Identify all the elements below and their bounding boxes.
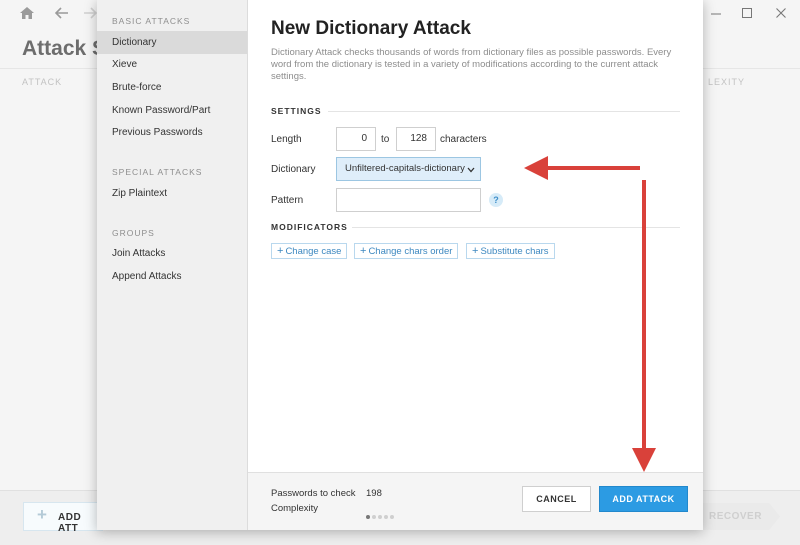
- sidebar-item-brute-force[interactable]: Brute-force: [97, 76, 247, 99]
- length-max-input[interactable]: 128: [396, 127, 436, 151]
- plus-icon: +: [37, 505, 47, 524]
- sidebar-item-known-password[interactable]: Known Password/Part: [97, 99, 247, 122]
- attack-description: Dictionary Attack checks thousands of wo…: [271, 47, 672, 82]
- complexity-dot: [390, 515, 394, 519]
- settings-heading: SETTINGS: [271, 106, 322, 116]
- forward-arrow-icon[interactable]: [83, 6, 98, 24]
- sidebar-item-dictionary[interactable]: Dictionary: [97, 31, 247, 54]
- close-window-icon[interactable]: [775, 6, 787, 24]
- cancel-button[interactable]: CANCEL: [522, 486, 591, 512]
- complexity-dot: [378, 515, 382, 519]
- add-attack-button[interactable]: ADD ATTACK: [599, 486, 688, 512]
- chevron-down-icon: [467, 158, 475, 180]
- background-add-attack-button[interactable]: + ADD ATT: [23, 502, 103, 534]
- sidebar-item-append-attacks[interactable]: Append Attacks: [97, 265, 247, 288]
- back-arrow-icon[interactable]: [54, 6, 69, 24]
- passwords-to-check-label: Passwords to check: [271, 488, 356, 499]
- pattern-input[interactable]: [336, 188, 481, 212]
- modificators-divider: [352, 227, 680, 228]
- length-to-label: to: [381, 134, 390, 145]
- sidebar-item-previous-passwords[interactable]: Previous Passwords: [97, 121, 247, 144]
- dictionary-label: Dictionary: [271, 164, 316, 175]
- groups-heading: GROUPS: [112, 228, 155, 238]
- complexity-indicator: [366, 506, 396, 524]
- attack-settings-panel: New Dictionary Attack Dictionary Attack …: [248, 0, 703, 530]
- new-attack-dialog: BASIC ATTACKS Dictionary Xieve Brute-for…: [97, 0, 703, 530]
- background-page-title: Attack S: [22, 37, 107, 60]
- background-recover-button[interactable]: RECOVER: [690, 503, 780, 530]
- length-min-input[interactable]: 0: [336, 127, 376, 151]
- background-column-complexity: LEXITY: [708, 77, 746, 87]
- change-chars-order-button[interactable]: + Change chars order: [354, 243, 459, 259]
- length-label: Length: [271, 134, 302, 145]
- complexity-dot: [372, 515, 376, 519]
- plus-icon: +: [360, 245, 367, 257]
- modificators-heading: MODIFICATORS: [271, 222, 348, 232]
- dictionary-select-value: Unfiltered-capitals-dictionary: [345, 163, 465, 174]
- sidebar-item-join-attacks[interactable]: Join Attacks: [97, 242, 247, 265]
- sidebar-item-zip-plaintext[interactable]: Zip Plaintext: [97, 182, 247, 205]
- pattern-label: Pattern: [271, 195, 304, 206]
- minimize-icon[interactable]: [710, 6, 722, 24]
- complexity-dot: [384, 515, 388, 519]
- attack-type-sidebar: BASIC ATTACKS Dictionary Xieve Brute-for…: [97, 0, 248, 530]
- help-icon[interactable]: ?: [489, 193, 503, 207]
- home-icon[interactable]: [19, 6, 35, 25]
- settings-divider: [328, 111, 680, 112]
- dialog-title: New Dictionary Attack: [271, 18, 471, 39]
- sidebar-item-xieve[interactable]: Xieve: [97, 53, 247, 76]
- complexity-dot: [366, 515, 370, 519]
- plus-icon: +: [472, 245, 479, 257]
- maximize-icon[interactable]: [741, 6, 753, 24]
- complexity-label: Complexity: [271, 503, 318, 514]
- length-unit-label: characters: [440, 134, 487, 145]
- special-attacks-heading: SPECIAL ATTACKS: [112, 167, 203, 177]
- substitute-chars-button[interactable]: + Substitute chars: [466, 243, 555, 259]
- dialog-footer: Passwords to check 198 Complexity CANCEL…: [248, 472, 703, 530]
- background-column-attack: ATTACK: [22, 77, 63, 87]
- plus-icon: +: [277, 245, 284, 257]
- passwords-to-check-value: 198: [366, 488, 382, 499]
- dictionary-select[interactable]: Unfiltered-capitals-dictionary: [336, 157, 481, 181]
- basic-attacks-heading: BASIC ATTACKS: [112, 16, 191, 26]
- change-case-button[interactable]: + Change case: [271, 243, 348, 259]
